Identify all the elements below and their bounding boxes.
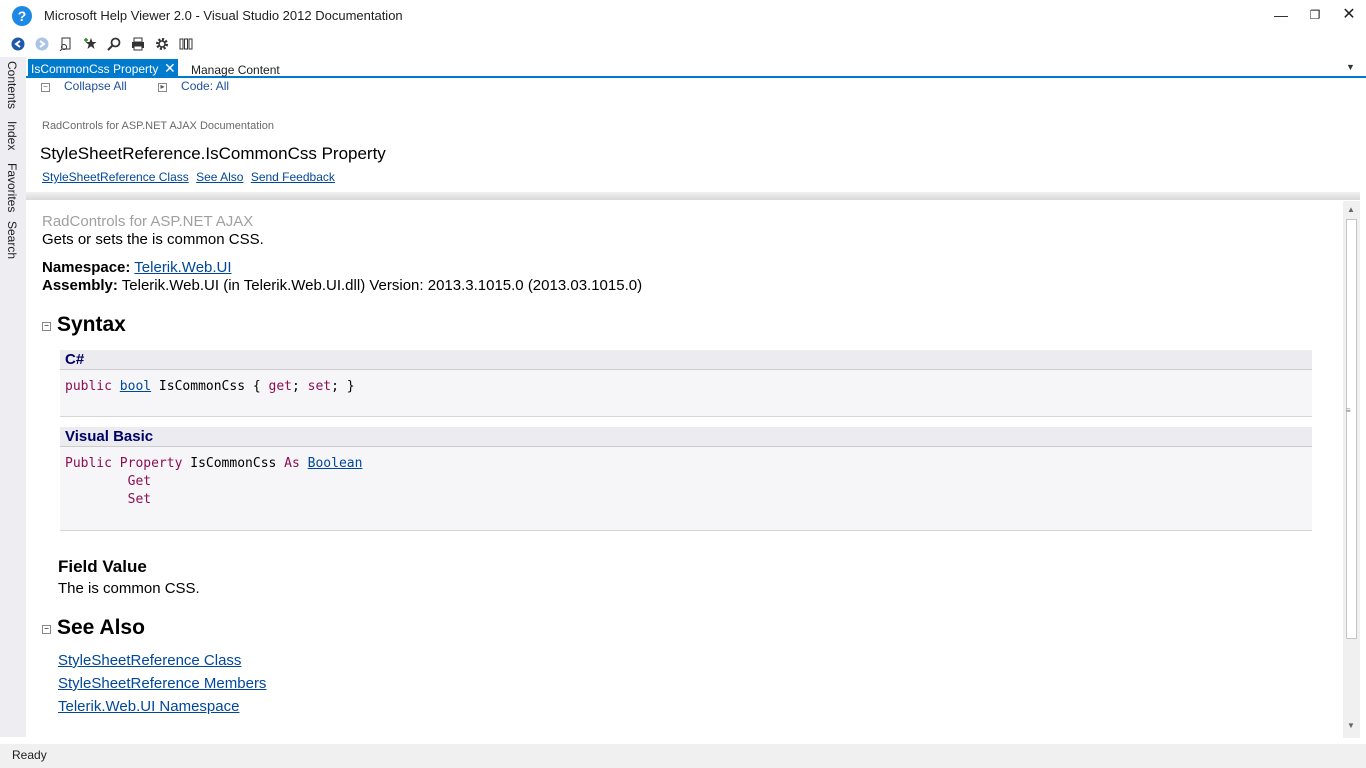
status-text: Ready xyxy=(12,748,47,762)
syntax-section-header[interactable]: − Syntax xyxy=(42,313,126,337)
window-title: Microsoft Help Viewer 2.0 - Visual Studi… xyxy=(44,8,403,23)
add-favorite-icon[interactable] xyxy=(81,35,99,53)
namespace-label: Namespace: xyxy=(42,259,131,276)
link-class[interactable]: StyleSheetReference Class xyxy=(42,170,189,184)
code-all-label: Code: All xyxy=(181,79,230,93)
header-links: StyleSheetReference Class See Also Send … xyxy=(42,170,339,184)
assembly-value: Telerik.Web.UI (in Telerik.Web.UI.dll) V… xyxy=(121,277,643,294)
code-text: IsCommonCss { xyxy=(151,379,269,394)
type-link-bool[interactable]: bool xyxy=(120,379,151,394)
tab-label: IsCommonCss Property xyxy=(31,62,159,76)
search-icon[interactable] xyxy=(105,35,123,53)
breadcrumb: RadControls for ASP.NET AJAX Documentati… xyxy=(42,120,274,132)
scroll-up-icon[interactable]: ▲ xyxy=(1347,205,1355,214)
maximize-button[interactable]: ❐ xyxy=(1300,4,1330,26)
syntax-heading: Syntax xyxy=(57,313,126,336)
field-value-heading: Field Value xyxy=(58,557,147,576)
collapse-icon: − xyxy=(41,83,50,92)
namespace-link[interactable]: Telerik.Web.UI xyxy=(134,259,231,276)
document-tab-strip: IsCommonCss Property ✕ Manage Content ▼ xyxy=(26,57,1366,78)
minimize-button[interactable]: — xyxy=(1266,4,1296,26)
code-keyword: Public xyxy=(65,456,112,471)
see-also-link[interactable]: StyleSheetReference Members xyxy=(58,675,266,698)
expand-icon: ▸ xyxy=(158,83,168,92)
tab-search[interactable]: Search xyxy=(5,221,19,259)
toolbar xyxy=(0,31,1366,57)
print-icon[interactable] xyxy=(129,35,147,53)
code-text: ; xyxy=(292,379,308,394)
settings-icon[interactable] xyxy=(153,35,171,53)
csharp-code-block: C# public bool IsCommonCss { get; set; } xyxy=(60,350,1312,417)
code-keyword: set xyxy=(307,379,332,394)
csharp-code: public bool IsCommonCss { get; set; } xyxy=(60,370,1312,404)
code-language-label: Visual Basic xyxy=(60,427,1312,447)
tab-manage-content[interactable]: Manage Content xyxy=(191,63,280,77)
tab-index[interactable]: Index xyxy=(5,121,19,150)
back-icon[interactable] xyxy=(9,35,27,53)
tab-favorites[interactable]: Favorites xyxy=(5,163,19,212)
page-title: StyleSheetReference.IsCommonCss Property xyxy=(40,144,386,163)
collapse-all-button[interactable]: − Collapse All xyxy=(41,79,141,93)
see-also-section-header[interactable]: − See Also xyxy=(42,616,145,640)
manage-content-icon[interactable] xyxy=(177,35,195,53)
assembly-label: Assembly: xyxy=(42,277,118,294)
collapse-icon: − xyxy=(42,625,51,634)
help-viewer-app-icon: ? xyxy=(12,6,32,26)
vertical-scrollbar[interactable]: ▲ ≡ ▼ xyxy=(1343,201,1360,738)
topic-header-controls: − Collapse All ▸ Code: All xyxy=(41,79,257,93)
see-also-links: StyleSheetReference Class StyleSheetRefe… xyxy=(58,652,266,721)
code-keyword: Property xyxy=(119,456,183,471)
find-in-topic-icon[interactable] xyxy=(57,35,75,53)
product-name: RadControls for ASP.NET AJAX xyxy=(42,213,254,230)
code-keyword: public xyxy=(65,379,112,394)
code-text: ; } xyxy=(331,379,355,394)
collapse-all-label: Collapse All xyxy=(64,79,127,93)
close-button[interactable]: ✕ xyxy=(1334,4,1364,26)
code-keyword: Set xyxy=(127,492,152,507)
summary-text: Gets or sets the is common CSS. xyxy=(42,231,264,248)
code-keyword: get xyxy=(268,379,292,394)
title-bar: ? Microsoft Help Viewer 2.0 - Visual Stu… xyxy=(0,0,1366,31)
close-tab-icon[interactable]: ✕ xyxy=(164,60,176,77)
field-value-text: The is common CSS. xyxy=(58,580,200,597)
code-text: IsCommonCss xyxy=(182,456,285,471)
forward-icon[interactable] xyxy=(33,35,51,53)
code-language-label: C# xyxy=(60,350,1312,370)
type-link-boolean[interactable]: Boolean xyxy=(308,456,363,471)
see-also-link[interactable]: StyleSheetReference Class xyxy=(58,652,266,675)
vb-code-block: Visual Basic Public Property IsCommonCss… xyxy=(60,427,1312,531)
chevron-down-icon[interactable]: ▼ xyxy=(1346,62,1355,72)
tab-contents[interactable]: Contents xyxy=(5,61,19,109)
side-panel-tabs: Contents Index Favorites Search xyxy=(0,57,26,737)
namespace-line: Namespace: Telerik.Web.UI xyxy=(42,259,232,276)
see-also-link[interactable]: Telerik.Web.UI Namespace xyxy=(58,698,266,721)
see-also-heading: See Also xyxy=(57,616,145,639)
code-keyword: Get xyxy=(127,474,152,489)
code-language-selector[interactable]: ▸ Code: All xyxy=(158,79,243,93)
collapse-icon: − xyxy=(42,322,51,331)
code-keyword: As xyxy=(284,456,300,471)
scroll-down-icon[interactable]: ▼ xyxy=(1347,721,1355,730)
vb-code: Public Property IsCommonCss As Boolean G… xyxy=(60,447,1312,517)
assembly-line: Assembly: Telerik.Web.UI (in Telerik.Web… xyxy=(42,277,642,294)
link-see-also[interactable]: See Also xyxy=(196,170,243,184)
link-send-feedback[interactable]: Send Feedback xyxy=(251,170,335,184)
tab-iscommoncss-property[interactable]: IsCommonCss Property ✕ xyxy=(28,59,178,78)
header-divider xyxy=(26,192,1360,200)
status-bar: Ready xyxy=(0,744,1366,768)
scroll-thumb[interactable] xyxy=(1346,219,1357,639)
grip-icon: ≡ xyxy=(1346,406,1351,415)
